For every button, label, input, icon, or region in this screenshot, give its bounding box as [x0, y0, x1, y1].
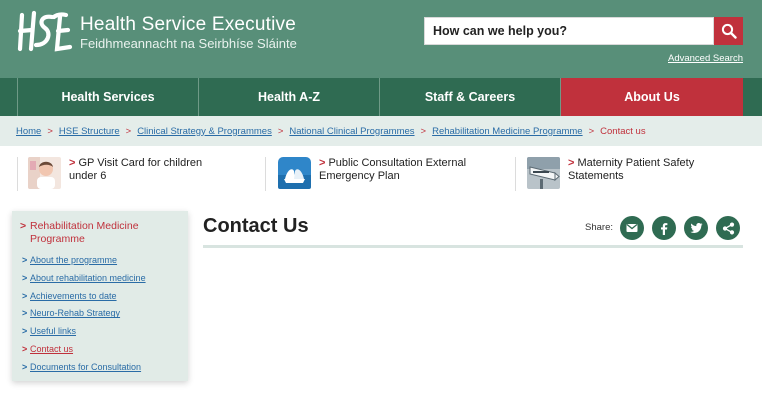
maternity-sign-thumb [527, 157, 560, 189]
share-email-button[interactable] [620, 216, 644, 240]
sidebar-item-label: Useful links [30, 326, 77, 337]
nav-staff-careers[interactable]: Staff & Careers [379, 78, 560, 116]
promo-divider [17, 157, 18, 191]
main-nav: Health Services Health A-Z Staff & Caree… [0, 78, 762, 116]
promo-label-line2: under 6 [69, 170, 107, 182]
chevron-right-icon: > [20, 220, 27, 232]
breadcrumb-clinical-strategy[interactable]: Clinical Strategy & Programmes [137, 126, 272, 137]
sidebar-item-label: About the programme [30, 255, 118, 265]
sidebar-item-about-rehabilitation[interactable]: > About rehabilitation medicine [20, 270, 180, 288]
chevron-right-icon: > [69, 157, 76, 169]
chevron-right-icon: > [22, 308, 28, 319]
hands-icon [278, 157, 311, 189]
search-input[interactable] [425, 18, 713, 44]
twitter-icon [689, 223, 702, 233]
breadcrumb-current: Contact us [600, 125, 646, 137]
section-sidebar: > Rehabilitation Medicine Programme > Abo… [12, 211, 188, 381]
promo-divider [515, 157, 516, 191]
chevron-right-icon: > [568, 157, 575, 169]
promo-maternity-safety[interactable]: > Maternity Patient Safety Statements [527, 157, 743, 193]
title-divider [203, 245, 743, 248]
sidebar-item-label: Contact us [30, 343, 74, 354]
hse-logo[interactable] [14, 9, 74, 53]
sidebar-item-useful-links[interactable]: > Useful links [20, 323, 180, 341]
sidebar-item-contact-us[interactable]: > Contact us [20, 341, 180, 359]
share-more-button[interactable] [716, 216, 740, 240]
sidebar-heading-label: Rehabilitation Medicine Programme [30, 220, 139, 245]
breadcrumb-separator: > [420, 125, 427, 137]
breadcrumb-separator: > [125, 125, 132, 137]
search-icon [721, 23, 737, 39]
share-label: Share: [585, 222, 613, 233]
page-title: Contact Us [203, 215, 309, 237]
share-facebook-button[interactable] [652, 216, 676, 240]
nav-about-us[interactable]: About Us [560, 78, 743, 116]
breadcrumb-separator: > [277, 125, 284, 137]
email-icon [626, 223, 638, 232]
promo-label-line2: Statements [568, 170, 624, 182]
nav-health-services[interactable]: Health Services [17, 78, 198, 116]
chevron-right-icon: > [319, 157, 326, 169]
breadcrumb: Home > HSE Structure > Clinical Strategy… [0, 116, 762, 146]
advanced-search-link[interactable]: Advanced Search [668, 53, 743, 64]
promo-label-line1: Public Consultation External [328, 157, 467, 169]
chevron-right-icon: > [22, 361, 28, 372]
promo-gp-visit-card[interactable]: > GP Visit Card for children under 6 [28, 157, 258, 193]
chevron-right-icon: > [22, 272, 28, 283]
chevron-right-icon: > [22, 326, 28, 337]
sidebar-item-achievements[interactable]: > Achievements to date [20, 288, 180, 306]
promo-divider [265, 157, 266, 191]
site-header: Health Service Executive Feidhmeannacht … [0, 0, 762, 78]
share-icon [722, 222, 734, 234]
chevron-right-icon: > [22, 290, 28, 301]
breadcrumb-separator: > [588, 125, 595, 137]
chevron-right-icon: > [22, 343, 28, 354]
sidebar-item-label: About rehabilitation medicine [30, 272, 146, 283]
site-title: Health Service Executive [80, 14, 297, 35]
promo-label-line1: Maternity Patient Safety [577, 157, 695, 169]
child-photo-thumb [28, 157, 61, 189]
breadcrumb-home[interactable]: Home [16, 126, 41, 137]
share-twitter-button[interactable] [684, 216, 708, 240]
promo-public-consultation[interactable]: > Public Consultation External Emergency … [278, 157, 514, 193]
sidebar-item-documents[interactable]: > Documents for Consultation [20, 359, 180, 377]
site-subtitle: Feidhmeannacht na Seirbhíse Sláinte [80, 36, 297, 51]
breadcrumb-hse-structure[interactable]: HSE Structure [59, 126, 120, 137]
breadcrumb-separator: > [47, 125, 53, 137]
search-box [424, 17, 714, 45]
chevron-right-icon: > [22, 255, 28, 265]
breadcrumb-national-clinical-programmes[interactable]: National Clinical Programmes [289, 126, 414, 137]
promo-label-line1: GP Visit Card for children [78, 157, 203, 169]
sidebar-item-about-programme[interactable]: > About the programme [20, 252, 180, 270]
sidebar-item-neuro-rehab[interactable]: > Neuro-Rehab Strategy [20, 305, 180, 323]
sidebar-item-label: Neuro-Rehab Strategy [30, 308, 121, 319]
facebook-icon [661, 222, 668, 235]
sidebar-item-label: Achievements to date [30, 290, 117, 301]
nav-health-a-z[interactable]: Health A-Z [198, 78, 379, 116]
sidebar-item-label: Documents for Consultation [30, 361, 142, 372]
search-button[interactable] [714, 17, 743, 45]
promo-label-line2: Emergency Plan [319, 170, 400, 182]
breadcrumb-rehabilitation-medicine[interactable]: Rehabilitation Medicine Programme [432, 126, 583, 137]
sidebar-heading[interactable]: > Rehabilitation Medicine Programme [20, 220, 180, 246]
